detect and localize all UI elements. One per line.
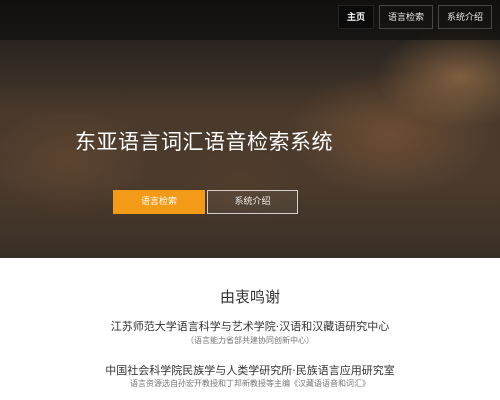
top-navbar: 主页 语言检索 系统介绍 [0, 0, 500, 40]
org-name: 中国社会科学院民族学与人类学研究所·民族语言应用研究室 [105, 364, 395, 377]
hero-title: 东亚语言词汇语音检索系统 [75, 130, 333, 154]
hero-banner: 主页 语言检索 系统介绍 东亚语言词汇语音检索系统 语言检索 系统介绍 [0, 0, 500, 258]
acknowledgements-title: 由衷鸣谢 [219, 288, 280, 306]
org-note: 语言资源选自孙宏开教授和丁邦新教授等主编《汉藏语语音和词汇》 [130, 379, 370, 388]
nav-item-system-intro[interactable]: 系统介绍 [437, 5, 492, 29]
org-note: （语言能力省部共建协同创新中心） [186, 336, 314, 345]
main-nav: 主页 语言检索 系统介绍 [337, 5, 492, 29]
nav-item-language-search[interactable]: 语言检索 [378, 5, 433, 29]
org-name: 江苏师范大学语言科学与艺术学院·汉语和汉藏语研究中心 [110, 320, 390, 333]
nav-item-home[interactable]: 主页 [337, 5, 374, 29]
language-search-button[interactable]: 语言检索 [113, 190, 205, 214]
system-intro-button[interactable]: 系统介绍 [207, 190, 298, 214]
page: 主页 语言检索 系统介绍 东亚语言词汇语音检索系统 语言检索 系统介绍 由衷鸣谢… [0, 0, 500, 400]
acknowledgements-section: 由衷鸣谢 江苏师范大学语言科学与艺术学院·汉语和汉藏语研究中心 （语言能力省部共… [0, 258, 500, 400]
